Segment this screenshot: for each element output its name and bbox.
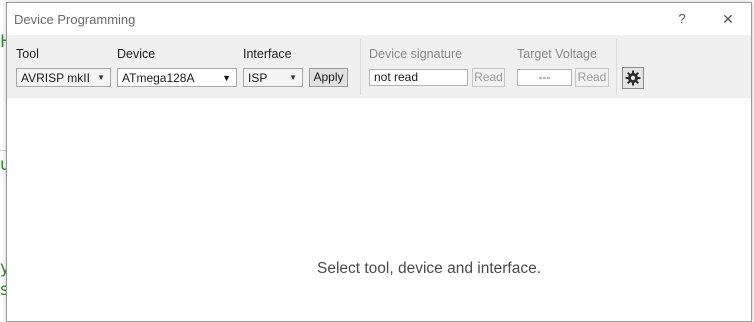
device-label: Device <box>117 47 156 61</box>
close-button[interactable]: ✕ <box>718 10 738 28</box>
interface-label: Interface <box>243 47 292 61</box>
gear-icon <box>625 70 641 86</box>
window-title: Device Programming <box>14 12 136 27</box>
title-bar: Device Programming ? ✕ <box>7 3 751 35</box>
tool-select[interactable]: AVRISP mkII ▼ <box>16 68 111 87</box>
content-area: Select tool, device and interface. <box>7 98 751 321</box>
chevron-down-icon: ▼ <box>289 73 297 82</box>
tool-label: Tool <box>16 47 39 61</box>
target-voltage-field[interactable]: --- <box>517 69 572 86</box>
chevron-down-icon: ▼ <box>97 73 105 82</box>
device-select[interactable]: ATmega128A ▼ <box>117 68 237 87</box>
read-voltage-button[interactable]: Read <box>575 68 609 87</box>
toolbar-separator <box>616 39 617 95</box>
toolbar-separator <box>360 39 361 95</box>
device-signature-label: Device signature <box>369 47 463 61</box>
tool-select-value: AVRISP mkII <box>21 71 90 85</box>
read-signature-button[interactable]: Read <box>472 68 505 87</box>
select-hint-text: Select tool, device and interface. <box>316 260 542 277</box>
device-programming-dialog: Device Programming ? ✕ Tool AVRISP mkII … <box>6 2 752 322</box>
device-select-value: ATmega128A <box>122 71 195 85</box>
toolbar: Tool AVRISP mkII ▼ Device ATmega128A ▼ I… <box>7 35 751 98</box>
help-button[interactable]: ? <box>672 10 692 28</box>
dropdown-arrow-icon: ▼ <box>222 73 231 83</box>
settings-button[interactable] <box>622 67 644 89</box>
device-signature-field[interactable]: not read <box>369 69 468 86</box>
interface-select[interactable]: ISP ▼ <box>243 68 303 87</box>
interface-select-value: ISP <box>248 71 268 85</box>
target-voltage-label: Target Voltage <box>517 47 597 61</box>
apply-button[interactable]: Apply <box>309 68 348 87</box>
